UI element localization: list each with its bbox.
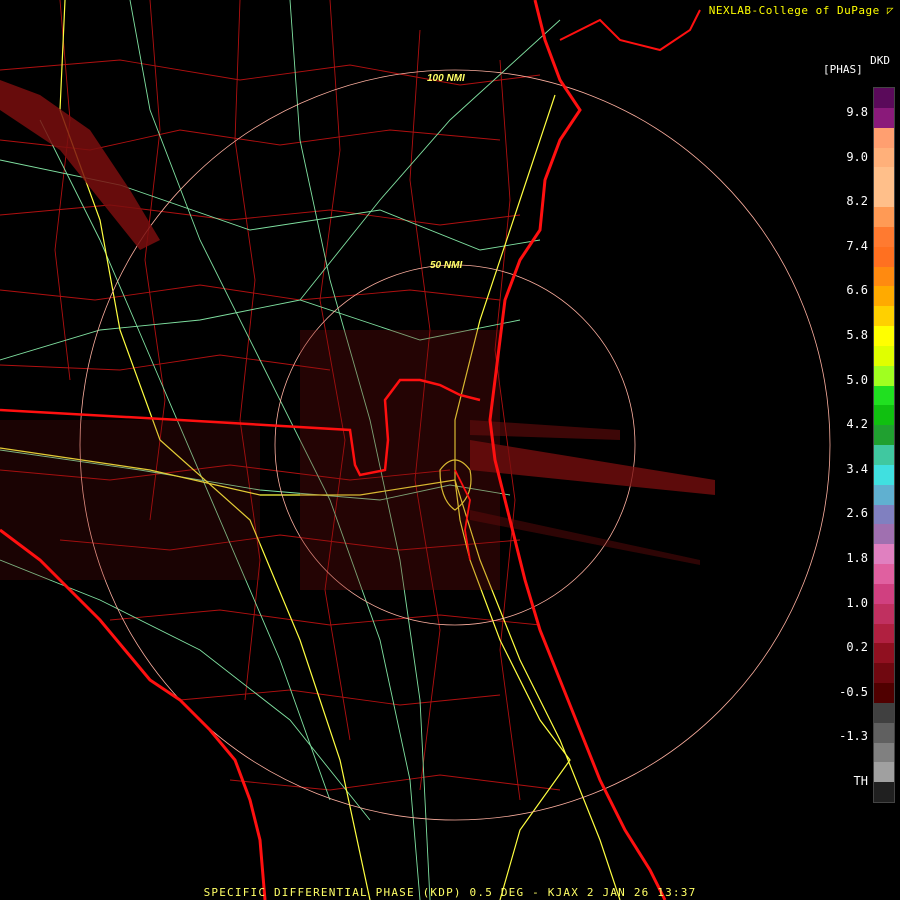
legend-color-swatch (874, 722, 894, 743)
color-legend (873, 87, 895, 803)
legend-color-swatch (874, 425, 894, 446)
legend-color-swatch (874, 583, 894, 605)
legend-color-swatch (874, 603, 894, 624)
credit-label: NEXLAB-College of DuPage ◸ (709, 4, 894, 17)
legend-color-swatch (874, 306, 894, 327)
legend-tick-label: 5.8 (846, 328, 868, 342)
legend-color-swatch (874, 623, 894, 644)
legend-units-top: DKD (870, 54, 890, 67)
legend-color-swatch (874, 484, 894, 505)
legend-color-swatch (874, 762, 894, 783)
legend-tick-label: 5.0 (846, 372, 868, 387)
legend-color-swatch (874, 524, 894, 545)
legend-tick-label: 1.0 (846, 595, 868, 610)
legend-color-swatch (874, 504, 894, 525)
legend-color-swatch (874, 345, 894, 367)
legend-color-swatch (874, 702, 894, 724)
legend-color-swatch (874, 147, 894, 168)
legend-color-swatch (874, 782, 894, 803)
legend-color-swatch (874, 246, 894, 267)
legend-tick-label: 3.4 (846, 461, 868, 476)
product-caption: SPECIFIC DIFFERENTIAL PHASE (KDP) 0.5 DE… (203, 886, 697, 899)
legend-tick-label: 2.6 (846, 506, 868, 521)
legend-color-swatch (874, 385, 894, 406)
range-ring-50-label: 50 NMI (430, 260, 462, 271)
legend-tick-label: 8.2 (846, 194, 868, 209)
gulf-coastline (0, 528, 267, 900)
legend-color-swatch (874, 544, 894, 565)
legend-tick-label: -1.3 (839, 729, 868, 744)
radar-display: 50 NMI 100 NMI NEXLAB-College of DuPage … (0, 0, 900, 900)
legend-color-swatch (874, 683, 894, 704)
legend-color-swatch (874, 326, 894, 347)
legend-color-swatch (874, 207, 894, 228)
legend-color-swatch (874, 445, 894, 466)
legend-tick-label: 6.6 (846, 283, 868, 298)
legend-color-swatch (874, 88, 894, 109)
legend-units-bottom: [PHAS] (823, 63, 863, 76)
legend-color-swatch (874, 464, 894, 486)
estuary-coast (559, 9, 701, 52)
legend-color-swatch (874, 286, 894, 307)
legend-tick-label: -0.5 (839, 684, 868, 699)
legend-color-swatch (874, 365, 894, 386)
legend-color-swatch (874, 266, 894, 287)
range-ring-100-label: 100 NMI (427, 73, 465, 84)
legend-color-swatch (874, 127, 894, 148)
credit-text: NEXLAB-College of DuPage (708, 4, 880, 17)
radar-map: 50 NMI 100 NMI (0, 0, 831, 900)
nexlab-logo-icon: ◸ (886, 4, 894, 17)
legend-color-swatch (874, 226, 894, 248)
legend-tick-label: 4.2 (846, 417, 868, 432)
legend-color-swatch (874, 405, 894, 426)
legend-color-swatch (874, 564, 894, 585)
legend-color-swatch (874, 663, 894, 684)
legend-tick-label: 0.2 (846, 640, 868, 655)
radar-echoes (0, 80, 715, 590)
legend-color-swatch (874, 107, 894, 129)
legend-tick-label: 9.8 (846, 105, 868, 119)
legend-tick-label: TH (853, 774, 868, 788)
legend-color-swatch (874, 742, 894, 763)
legend-tick-label: 7.4 (846, 238, 868, 253)
legend-tick-label: 9.0 (846, 149, 868, 164)
legend-color-swatch (874, 167, 894, 188)
legend-tick-label: 1.8 (846, 551, 868, 565)
legend-color-swatch (874, 643, 894, 664)
legend-color-swatch (874, 187, 894, 208)
